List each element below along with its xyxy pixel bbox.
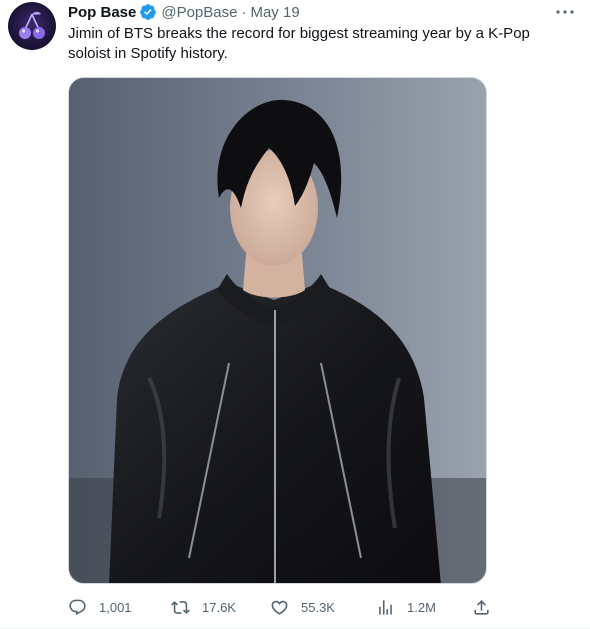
- more-options-icon[interactable]: [554, 4, 576, 20]
- reply-button[interactable]: 1,001: [68, 596, 132, 618]
- heart-icon: [271, 600, 288, 615]
- views-button[interactable]: 1.2M: [376, 596, 436, 618]
- reply-count: 1,001: [99, 599, 132, 615]
- like-button[interactable]: 55.3K: [270, 596, 335, 618]
- views-chart-icon: [379, 599, 392, 615]
- tweet-photo[interactable]: [68, 77, 487, 584]
- author-name[interactable]: Pop Base: [68, 4, 136, 21]
- author-handle[interactable]: @PopBase: [161, 4, 237, 21]
- like-count: 55.3K: [301, 599, 335, 615]
- tweet-actions: 1,001 17.6K 55.3K 1.2M: [68, 596, 508, 618]
- retweet-button[interactable]: 17.6K: [171, 596, 236, 618]
- verified-badge-icon: [140, 4, 157, 20]
- avatar[interactable]: [8, 2, 56, 50]
- tweet-header: Pop Base @PopBase · May 19: [68, 2, 300, 22]
- portrait-photo: [69, 78, 486, 583]
- separator-dot: ·: [241, 3, 247, 21]
- reply-icon: [69, 599, 86, 615]
- tweet-date[interactable]: May 19: [250, 4, 299, 21]
- retweet-icon: [171, 600, 190, 614]
- cherries-logo-icon: [19, 11, 45, 39]
- tweet-card[interactable]: Pop Base @PopBase · May 19 Jimin of BTS …: [0, 0, 590, 629]
- tweet-text: Jimin of BTS breaks the record for bigge…: [68, 25, 530, 62]
- views-count: 1.2M: [407, 599, 436, 615]
- retweet-count: 17.6K: [202, 599, 236, 615]
- share-icon: [474, 599, 489, 615]
- share-button[interactable]: [472, 596, 491, 618]
